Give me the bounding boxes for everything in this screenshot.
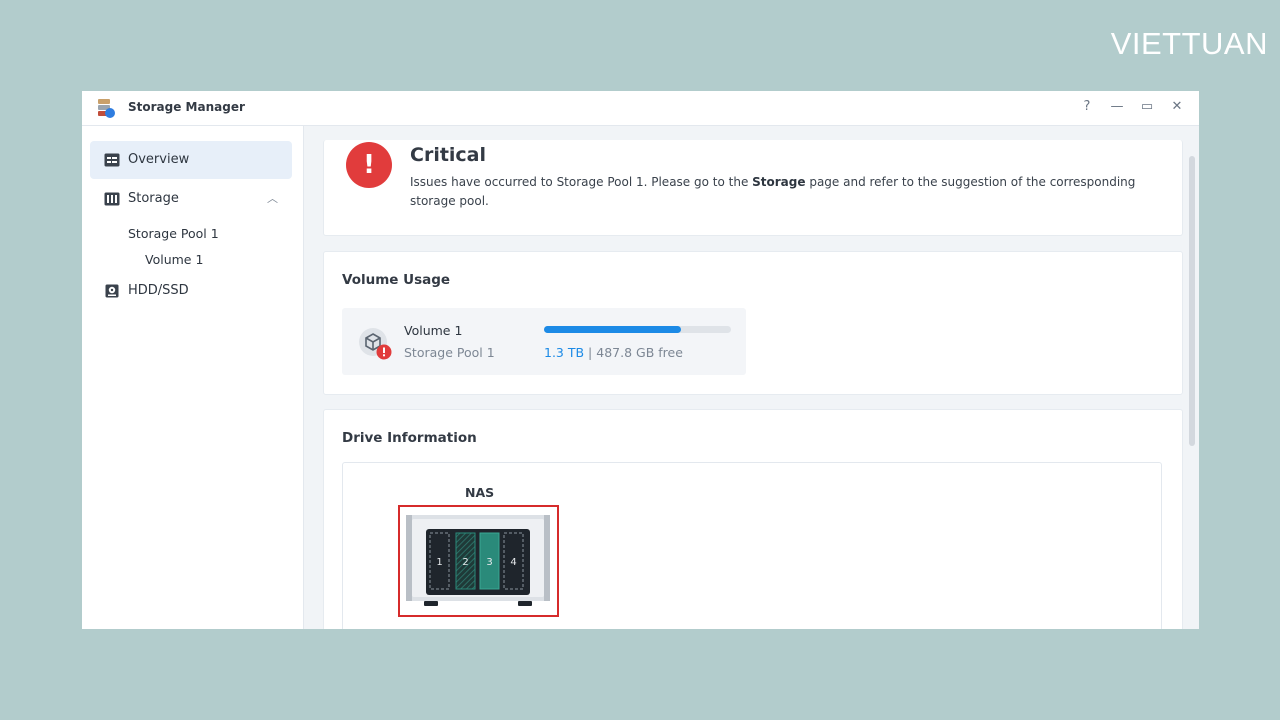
sidebar-item-volume-1[interactable]: Volume 1 — [145, 252, 203, 267]
nas-device-icon[interactable]: 1 2 3 4 — [406, 513, 552, 609]
sidebar-item-label: Storage — [128, 191, 179, 206]
drive-bay-label: 4 — [510, 557, 516, 568]
nas-label: NAS — [465, 485, 495, 500]
drive-bay-label: 2 — [462, 557, 468, 568]
critical-status-card: ! Critical Issues have occurred to Stora… — [323, 140, 1183, 236]
chevron-up-icon[interactable]: ︿ — [267, 190, 278, 206]
volume-usage-bar-fill — [544, 326, 681, 333]
close-button[interactable]: ✕ — [1169, 98, 1185, 116]
main-scrollbar[interactable] — [1189, 156, 1195, 446]
storage-page-link: Storage — [752, 175, 806, 189]
sidebar-item-storage-pool-1[interactable]: Storage Pool 1 — [128, 226, 219, 241]
critical-message: Issues have occurred to Storage Pool 1. … — [410, 175, 1136, 208]
sidebar: Overview Storage ︿ Storage Pool 1 Volume… — [82, 126, 304, 629]
volume-usage-bar — [544, 326, 731, 333]
sidebar-item-overview[interactable]: Overview — [90, 141, 292, 179]
overview-icon — [104, 153, 120, 167]
sidebar-item-hdd-ssd[interactable]: HDD/SSD — [90, 272, 292, 310]
hdd-icon — [105, 284, 119, 298]
drive-information-card: Drive Information NAS 1 2 3 4 — [323, 409, 1183, 629]
volume-name: Volume 1 — [404, 323, 463, 338]
maximize-button[interactable]: ▭ — [1139, 98, 1155, 116]
critical-title: Critical — [410, 144, 487, 166]
critical-alert-icon: ! — [346, 142, 392, 188]
title-bar: Storage Manager ? — ▭ ✕ — [82, 91, 1199, 126]
sidebar-item-storage[interactable]: Storage ︿ — [90, 180, 292, 218]
volume-usage-title: Volume Usage — [342, 272, 451, 288]
volume-pool-name: Storage Pool 1 — [404, 345, 495, 360]
help-button[interactable]: ? — [1079, 98, 1095, 116]
drive-panel: NAS 1 2 3 4 — [342, 462, 1162, 629]
drive-bay-label: 1 — [436, 557, 442, 568]
minimize-button[interactable]: — — [1109, 98, 1125, 116]
window-title: Storage Manager — [128, 100, 245, 114]
drive-information-title: Drive Information — [342, 430, 477, 446]
volume-warning-icon — [359, 328, 392, 360]
volume-free-space: 487.8 GB free — [596, 345, 683, 360]
volume-usage-item[interactable]: Volume 1 Storage Pool 1 1.3 TB | 487.8 G… — [342, 308, 746, 375]
drive-bay-label: 3 — [486, 557, 492, 568]
window-controls: ? — ▭ ✕ — [1079, 98, 1185, 116]
main-content: ! Critical Issues have occurred to Stora… — [304, 126, 1199, 629]
brand-logo: VIETTUAN — [1110, 26, 1268, 61]
storage-icon — [104, 192, 120, 206]
storage-manager-window: Storage Manager ? — ▭ ✕ Overview Storage… — [82, 91, 1199, 629]
volume-size: 1.3 TB | 487.8 GB free — [544, 345, 683, 360]
sidebar-item-label: Overview — [128, 152, 190, 167]
storage-manager-app-icon — [98, 99, 115, 118]
sidebar-item-label: HDD/SSD — [128, 283, 189, 298]
volume-usage-card: Volume Usage Volume 1 Storage Pool 1 1.3… — [323, 251, 1183, 395]
